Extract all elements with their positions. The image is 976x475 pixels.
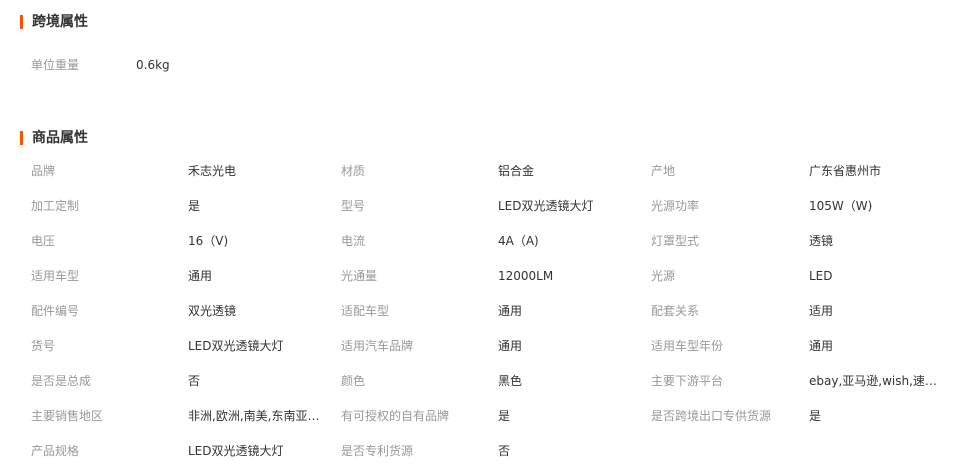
attribute-value: 否 (188, 374, 201, 388)
attribute-row: 适用车型 通用 光通量 12000LM 光源 LED (0, 265, 976, 300)
attribute-value: LED双光透镜大灯 (188, 444, 284, 458)
attribute-value: 是 (809, 409, 822, 423)
attribute-value: 12000LM (498, 269, 554, 283)
attribute-label: 是否专利货源 (341, 444, 414, 458)
attribute-row: 配件编号 双光透镜 适配车型 通用 配套关系 适用 (0, 300, 976, 335)
attribute-row: 货号 LED双光透镜大灯 适用汽车品牌 通用 适用车型年份 通用 (0, 335, 976, 370)
attribute-label: 加工定制 (31, 199, 80, 213)
attribute-value: 通用 (188, 269, 213, 283)
attribute-label: 光通量 (341, 269, 378, 283)
attribute-value: 通用 (809, 339, 834, 353)
attribute-label: 单位重量 (31, 58, 80, 72)
attribute-label: 光源功率 (651, 199, 700, 213)
attribute-value: 105W（W) (809, 199, 873, 213)
attribute-value: 0.6kg (136, 58, 170, 72)
attribute-label: 主要销售地区 (31, 409, 104, 423)
attribute-label: 灯罩型式 (651, 234, 700, 248)
attribute-value: 4A（A) (498, 234, 539, 248)
attribute-value: 适用 (809, 304, 834, 318)
attribute-value: 黑色 (498, 374, 523, 388)
attribute-label: 有可授权的自有品牌 (341, 409, 450, 423)
attribute-label: 配件编号 (31, 304, 80, 318)
section-title-text: 商品属性 (32, 130, 88, 146)
attribute-value: 禾志光电 (188, 164, 237, 178)
attribute-value: 透镜 (809, 234, 834, 248)
attribute-label: 是否是总成 (31, 374, 92, 388)
section-accent-bar (20, 15, 23, 29)
attribute-label: 适用车型年份 (651, 339, 724, 353)
attribute-row: 主要销售地区 非洲,欧洲,南美,东南亚,... 有可授权的自有品牌 是 是否跨境出口专供… (0, 405, 976, 440)
attribute-value: 否 (498, 444, 511, 458)
attribute-label: 光源 (651, 269, 676, 283)
attribute-label: 产地 (651, 164, 676, 178)
attribute-value: LED双光透镜大灯 (188, 339, 284, 353)
attribute-label: 配套关系 (651, 304, 700, 318)
attribute-row: 电压 16（V) 电流 4A（A) 灯罩型式 透镜 (0, 230, 976, 265)
product-section-title: 商品属性 (20, 129, 88, 147)
attribute-label: 货号 (31, 339, 56, 353)
attribute-value: LED (809, 269, 833, 283)
attribute-value: 通用 (498, 339, 523, 353)
attribute-value: 双光透镜 (188, 304, 237, 318)
attribute-value: ebay,亚马逊,wish,速卖... (809, 374, 942, 388)
attribute-row: 品牌 禾志光电 材质 铝合金 产地 广东省惠州市 (0, 160, 976, 195)
attribute-label: 是否跨境出口专供货源 (651, 409, 772, 423)
attribute-label: 材质 (341, 164, 366, 178)
attribute-label: 电压 (31, 234, 56, 248)
attribute-value: 是 (498, 409, 511, 423)
attribute-row: 加工定制 是 型号 LED双光透镜大灯 光源功率 105W（W) (0, 195, 976, 230)
attribute-label: 适配车型 (341, 304, 390, 318)
attribute-value: 广东省惠州市 (809, 164, 882, 178)
attribute-label: 型号 (341, 199, 366, 213)
attribute-label: 主要下游平台 (651, 374, 724, 388)
attribute-value: 是 (188, 199, 201, 213)
attribute-value: 16（V) (188, 234, 229, 248)
attribute-label: 产品规格 (31, 444, 80, 458)
attribute-label: 品牌 (31, 164, 56, 178)
attribute-row: 是否是总成 否 颜色 黑色 主要下游平台 ebay,亚马逊,wish,速卖... (0, 370, 976, 405)
attribute-value: 通用 (498, 304, 523, 318)
cross-border-section-title: 跨境属性 (20, 13, 88, 31)
section-accent-bar (20, 131, 23, 145)
attribute-label: 适用车型 (31, 269, 80, 283)
attribute-label: 电流 (341, 234, 366, 248)
attribute-label: 颜色 (341, 374, 366, 388)
attribute-value: 非洲,欧洲,南美,东南亚,... (188, 409, 321, 423)
attribute-value: 铝合金 (498, 164, 535, 178)
attribute-label: 适用汽车品牌 (341, 339, 414, 353)
section-title-text: 跨境属性 (32, 14, 88, 30)
attribute-value: LED双光透镜大灯 (498, 199, 594, 213)
product-attributes-table: 品牌 禾志光电 材质 铝合金 产地 广东省惠州市 加工定制是型号 LED双光透镜大灯 光源功率 1… (0, 160, 976, 475)
